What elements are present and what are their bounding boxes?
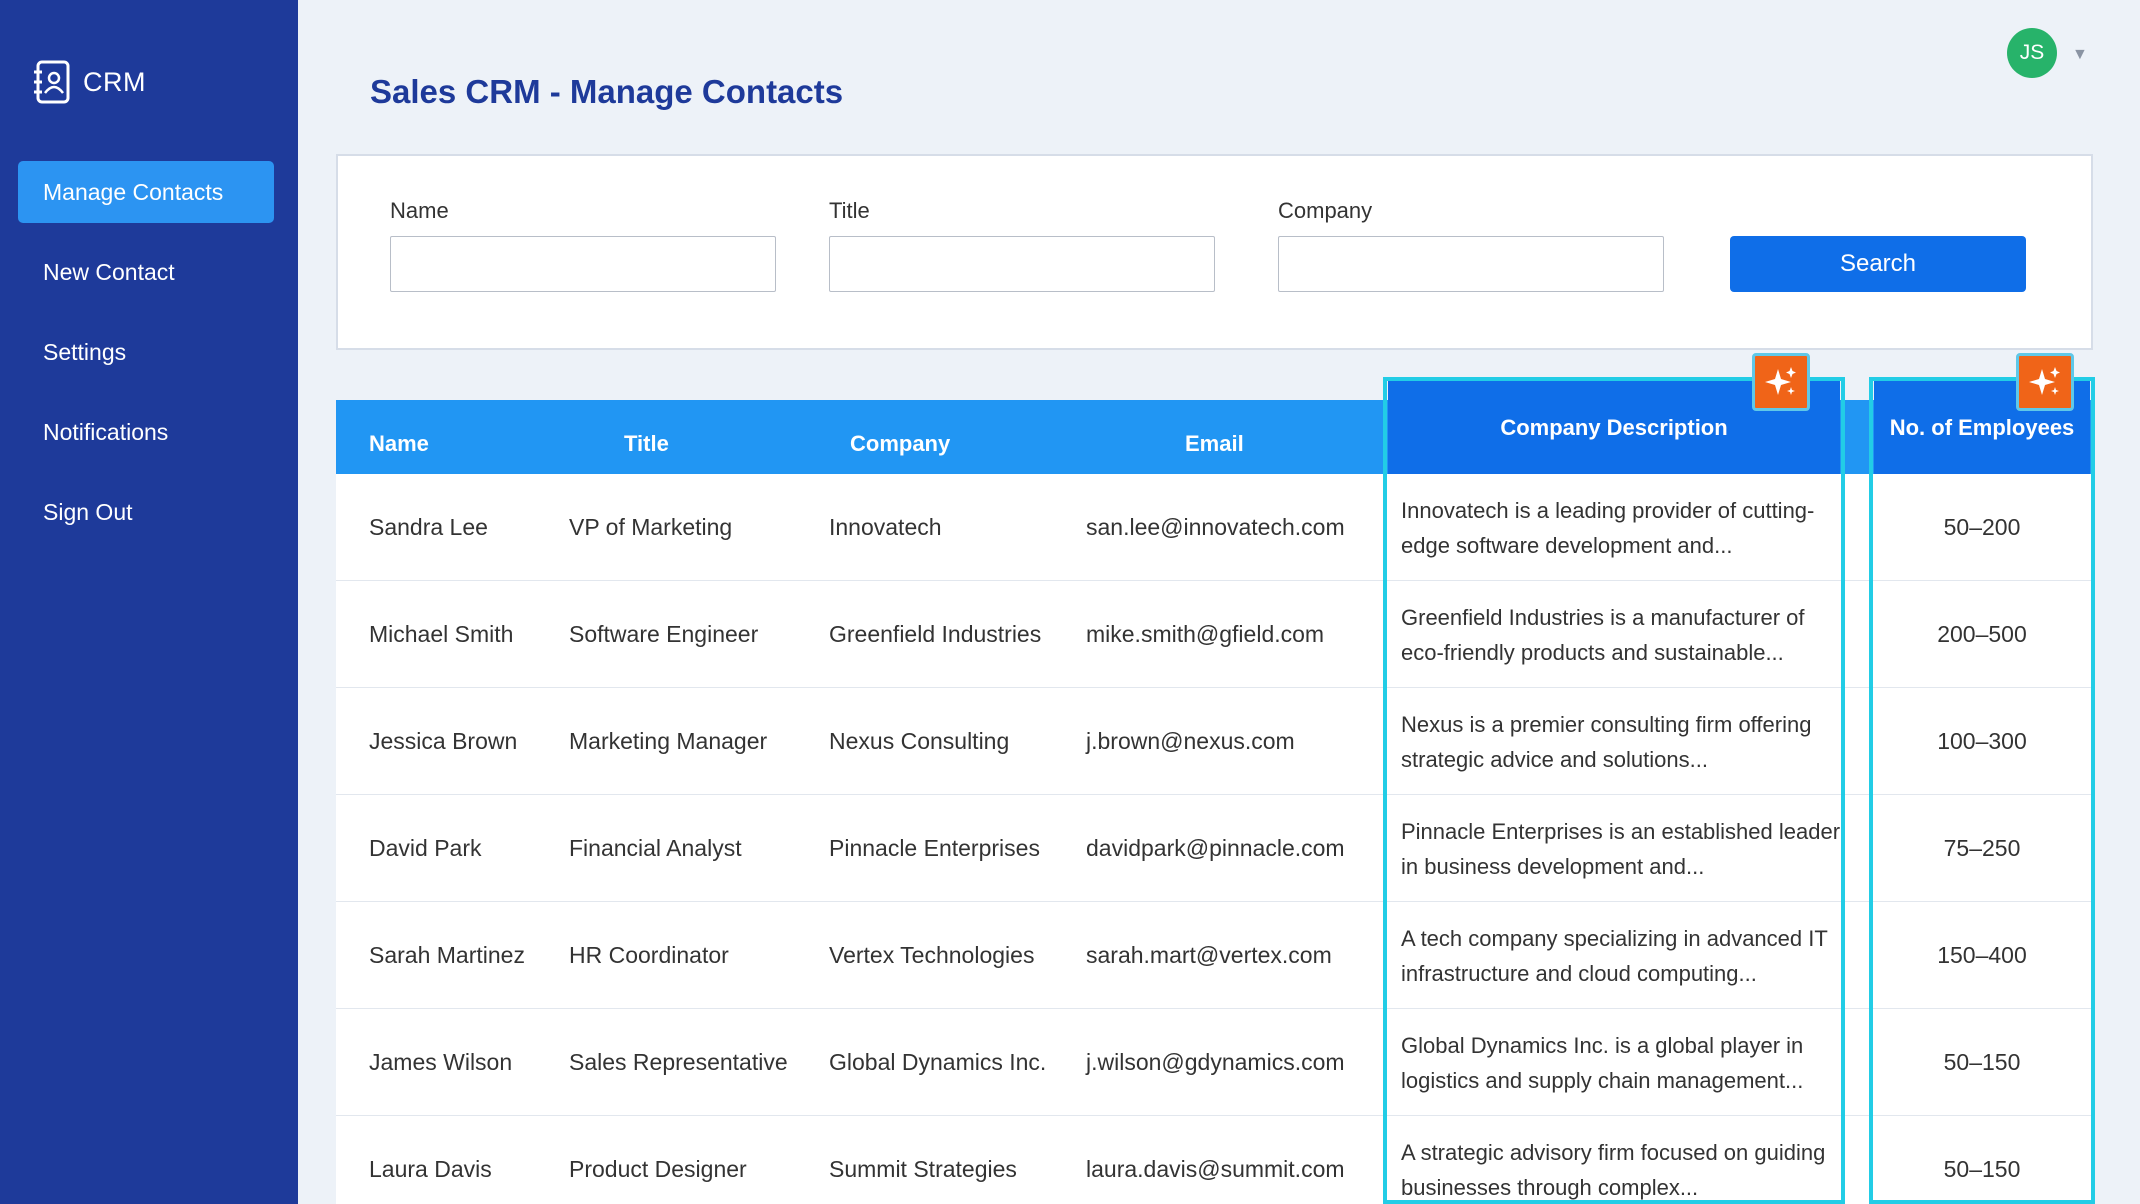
table-row[interactable]: Sandra Lee VP of Marketing Innovatech san.l… (336, 474, 2093, 581)
cell-title: Financial Analyst (569, 795, 742, 902)
cell-email[interactable]: laura.davis@summit.com (1086, 1116, 1345, 1204)
cell-email[interactable]: mike.smith@gfield.com (1086, 581, 1324, 688)
search-panel: Name Title Company Search (336, 154, 2093, 350)
sidebar-item-settings[interactable]: Settings (18, 321, 274, 383)
sidebar-nav: Manage Contacts New Contact Settings Not… (18, 161, 274, 561)
cell-company: Vertex Technologies (829, 902, 1034, 1009)
cell-title: HR Coordinator (569, 902, 729, 1009)
sidebar-item-new-contact[interactable]: New Contact (18, 241, 274, 303)
title-field-label: Title (829, 198, 870, 224)
brand-label: CRM (83, 67, 146, 98)
table-row[interactable]: James Wilson Sales Representative Global D… (336, 1009, 2093, 1116)
cell-description: Greenfield Industries is a manufacturer … (1401, 581, 1841, 688)
table-row[interactable]: Laura Davis Product Designer Summit Strate… (336, 1116, 2093, 1204)
cell-name: Sandra Lee (369, 474, 488, 581)
sidebar-item-label: Sign Out (43, 499, 133, 526)
name-input[interactable] (390, 236, 776, 292)
cell-employees: 75–250 (1874, 795, 2090, 902)
cell-email[interactable]: j.brown@nexus.com (1086, 688, 1295, 795)
brand[interactable]: CRM (33, 60, 146, 104)
name-field-label: Name (390, 198, 449, 224)
column-header-email[interactable]: Email (1185, 400, 1244, 474)
cell-company: Global Dynamics Inc. (829, 1009, 1046, 1116)
cell-name: James Wilson (369, 1009, 512, 1116)
column-header-name[interactable]: Name (369, 400, 429, 474)
sidebar-item-sign-out[interactable]: Sign Out (18, 481, 274, 543)
cell-email[interactable]: sarah.mart@vertex.com (1086, 902, 1332, 1009)
page-title: Sales CRM - Manage Contacts (370, 73, 843, 111)
table-row[interactable]: Sarah Martinez HR Coordinator Vertex Techn… (336, 902, 2093, 1009)
ai-sparkle-button-employees[interactable] (2016, 353, 2074, 411)
ai-sparkle-button-description[interactable] (1752, 353, 1810, 411)
cell-company: Greenfield Industries (829, 581, 1041, 688)
title-input[interactable] (829, 236, 1215, 292)
cell-title: Sales Representative (569, 1009, 788, 1116)
cell-employees: 50–150 (1874, 1009, 2090, 1116)
cell-email[interactable]: san.lee@innovatech.com (1086, 474, 1345, 581)
cell-description: Global Dynamics Inc. is a global player … (1401, 1009, 1841, 1116)
cell-description: Innovatech is a leading provider of cutt… (1401, 474, 1841, 581)
sidebar-item-label: Settings (43, 339, 126, 366)
cell-title: Software Engineer (569, 581, 758, 688)
cell-employees: 200–500 (1874, 581, 2090, 688)
column-header-company[interactable]: Company (850, 400, 950, 474)
cell-title: VP of Marketing (569, 474, 732, 581)
avatar[interactable]: JS (2007, 28, 2057, 78)
cell-employees: 100–300 (1874, 688, 2090, 795)
cell-description: A strategic advisory firm focused on gui… (1401, 1116, 1841, 1204)
column-header-title[interactable]: Title (624, 400, 669, 474)
sidebar-item-label: Manage Contacts (43, 179, 223, 206)
cell-name: Jessica Brown (369, 688, 517, 795)
cell-email[interactable]: davidpark@pinnacle.com (1086, 795, 1345, 902)
sidebar-item-notifications[interactable]: Notifications (18, 401, 274, 463)
sidebar-item-manage-contacts[interactable]: Manage Contacts (18, 161, 274, 223)
cell-email[interactable]: j.wilson@gdynamics.com (1086, 1009, 1345, 1116)
cell-company: Innovatech (829, 474, 942, 581)
cell-employees: 50–150 (1874, 1116, 2090, 1204)
search-button[interactable]: Search (1730, 236, 2026, 292)
table-row[interactable]: Jessica Brown Marketing Manager Nexus Cons… (336, 688, 2093, 795)
cell-name: Sarah Martinez (369, 902, 525, 1009)
cell-company: Summit Strategies (829, 1116, 1017, 1204)
company-field-label: Company (1278, 198, 1372, 224)
contact-book-icon (33, 60, 71, 104)
sidebar-item-label: New Contact (43, 259, 175, 286)
cell-name: Michael Smith (369, 581, 513, 688)
cell-company: Nexus Consulting (829, 688, 1009, 795)
cell-description: A tech company specializing in advanced … (1401, 902, 1841, 1009)
cell-name: Laura Davis (369, 1116, 492, 1204)
sidebar: CRM Manage Contacts New Contact Settings… (0, 0, 298, 1204)
contacts-table: Name Title Company Email Sandra Lee VP of… (336, 400, 2093, 1204)
cell-title: Marketing Manager (569, 688, 767, 795)
company-input[interactable] (1278, 236, 1664, 292)
cell-employees: 50–200 (1874, 474, 2090, 581)
table-row[interactable]: David Park Financial Analyst Pinnacle Ente… (336, 795, 2093, 902)
cell-company: Pinnacle Enterprises (829, 795, 1040, 902)
table-row[interactable]: Michael Smith Software Engineer Greenfield… (336, 581, 2093, 688)
cell-name: David Park (369, 795, 481, 902)
sparkle-icon (2028, 365, 2062, 399)
cell-title: Product Designer (569, 1116, 747, 1204)
cell-description: Pinnacle Enterprises is an established l… (1401, 795, 1841, 902)
cell-description: Nexus is a premier consulting firm offer… (1401, 688, 1841, 795)
caret-down-icon[interactable]: ▼ (2072, 46, 2088, 64)
sparkle-icon (1764, 365, 1798, 399)
sidebar-item-label: Notifications (43, 419, 168, 446)
cell-employees: 150–400 (1874, 902, 2090, 1009)
